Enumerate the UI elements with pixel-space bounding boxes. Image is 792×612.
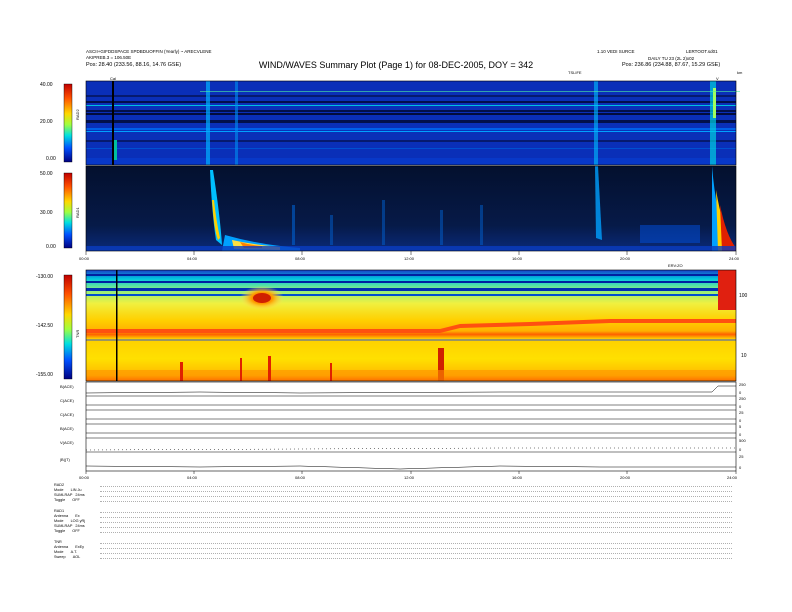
ephem-right-tick-5: 0 — [739, 418, 742, 423]
bottom-time-tick-4: 16:00 — [512, 475, 523, 480]
bottom-time-tick-6: 24:00 — [727, 475, 738, 480]
ephem-right-tick-10: 25 — [739, 454, 744, 459]
param-dotline — [100, 491, 732, 492]
rad2-spectrogram — [86, 81, 740, 165]
param-row-10: Antenna ExEy — [54, 545, 85, 549]
rad1-colorbar-label: RAD1 — [75, 207, 80, 218]
tnr-tick-mid: -142.50 — [36, 323, 53, 329]
ephem-label-1: C(ACE) — [60, 398, 74, 403]
ephem-label-3: B(ACE) — [60, 426, 74, 431]
rad1-tick-top: 50.00 — [40, 171, 53, 177]
bottom-time-tick-2: 08:00 — [295, 475, 306, 480]
param-row-2: SUMLRAP 24ms — [54, 493, 85, 497]
bottom-time-tick-0: 00:00 — [79, 475, 90, 480]
param-dotline — [100, 486, 732, 487]
tnr-right-marker: ERV:ZO — [668, 263, 683, 268]
rad2-tick-mid: 20.00 — [40, 119, 53, 125]
tnr-right-tick-100: 100 — [739, 293, 748, 299]
tnr-colorbar — [63, 274, 73, 380]
param-row-5: Antenna Ex — [54, 514, 80, 518]
param-dotline — [100, 522, 732, 523]
ephem-label-0: B(ACE) — [60, 384, 74, 389]
param-dotline — [100, 496, 732, 497]
time-tick-3: 12:00 — [404, 256, 415, 261]
ephem-right-tick-4: 25 — [739, 410, 744, 415]
time-tick-5: 20:00 — [620, 256, 631, 261]
ephem-right-tick-6: 5 — [739, 424, 742, 429]
rad1-colorbar — [63, 172, 73, 249]
param-dotline — [100, 543, 732, 544]
rad2-colorbar-label: RAD2 — [75, 109, 80, 120]
rad2-tick-bottom: 0.00 — [46, 156, 56, 162]
param-row-11: Mode A.T. — [54, 550, 78, 554]
param-row-7: SUMLRAP 24ms — [54, 524, 85, 528]
param-row-0: RAD2 — [54, 483, 65, 487]
tnr-spectrogram — [86, 270, 736, 381]
tnr-right-tick-10: 10 — [741, 353, 747, 359]
param-dotline — [100, 512, 732, 513]
rad1-spectrogram — [86, 166, 736, 251]
param-row-1: Mode LIN Ju — [54, 488, 82, 492]
rad1-tick-mid: 30.00 — [40, 210, 53, 216]
param-row-3: Toggle OFF — [54, 498, 80, 502]
ephem-right-tick-9: 0 — [739, 447, 742, 452]
tnr-colorbar-label: TNR — [75, 329, 80, 338]
param-dotline — [100, 501, 732, 502]
ephem-label-5: |B|(T) — [60, 457, 70, 462]
ephemeris-panels — [85, 381, 737, 472]
rad1-tick-bottom: 0.00 — [46, 244, 56, 250]
param-row-12: Sweep AOL — [54, 555, 81, 559]
waves-summary-figure — [63, 80, 740, 474]
time-tick-0: 00:00 — [79, 256, 90, 261]
ephem-right-tick-7: 0 — [739, 432, 742, 437]
ephem-right-tick-2: 250 — [739, 396, 746, 401]
ephem-right-tick-11: 0 — [739, 465, 742, 470]
tnr-tick-top: -130.00 — [36, 274, 53, 280]
ephem-right-tick-1: 0 — [739, 390, 742, 395]
ephem-right-tick-3: 0 — [739, 404, 742, 409]
param-dotline — [100, 548, 732, 549]
param-dotline — [100, 532, 732, 533]
tnr-tick-bottom: -155.00 — [36, 372, 53, 378]
ephemeris-traces — [85, 385, 736, 470]
ephem-label-4: V(ACE) — [60, 440, 74, 445]
ephem-right-tick-8: 500 — [739, 438, 746, 443]
ephem-right-tick-0: 250 — [739, 382, 746, 387]
param-dotline — [100, 558, 732, 559]
time-tick-2: 08:00 — [295, 256, 306, 261]
time-tick-1: 04:00 — [187, 256, 198, 261]
ephem-label-2: C(ACE) — [60, 412, 74, 417]
bottom-time-tick-1: 04:00 — [187, 475, 198, 480]
bottom-time-tick-3: 12:00 — [404, 475, 415, 480]
param-dotline — [100, 527, 732, 528]
param-row-9: TNR — [54, 540, 62, 544]
rad2-colorbar — [63, 83, 73, 163]
time-tick-4: 16:00 — [512, 256, 523, 261]
param-dotline — [100, 553, 732, 554]
rad2-tick-top: 40.00 — [40, 82, 53, 88]
param-row-8: Toggle OFF — [54, 529, 80, 533]
param-dotline — [100, 517, 732, 518]
param-row-4: RAD1 — [54, 509, 65, 513]
param-row-6: Mode LOG yRj — [54, 519, 86, 523]
bottom-time-tick-5: 20:00 — [620, 475, 631, 480]
time-tick-6: 24:00 — [729, 256, 740, 261]
